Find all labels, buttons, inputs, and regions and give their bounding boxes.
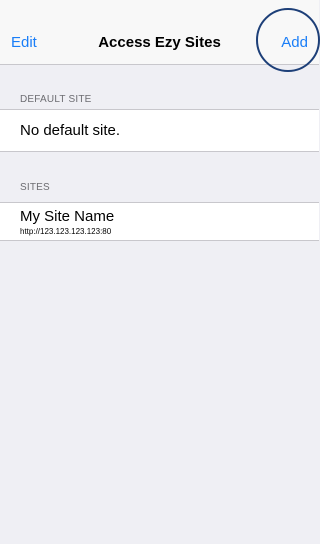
page-title: Access Ezy Sites [98,34,221,51]
sites-section-header: SITES [20,182,50,193]
default-site-label: No default site. [20,122,121,139]
default-site-section-header: DEFAULT SITE [20,94,92,105]
site-url: http://123.123.123.123:80 [20,227,112,236]
navigation-bar: Edit Access Ezy Sites Add [0,0,319,65]
site-list-item[interactable]: My Site Name http://123.123.123.123:80 [0,202,319,241]
add-button[interactable]: Add [281,34,308,51]
site-name: My Site Name [20,208,115,225]
default-site-cell[interactable]: No default site. [0,109,319,152]
